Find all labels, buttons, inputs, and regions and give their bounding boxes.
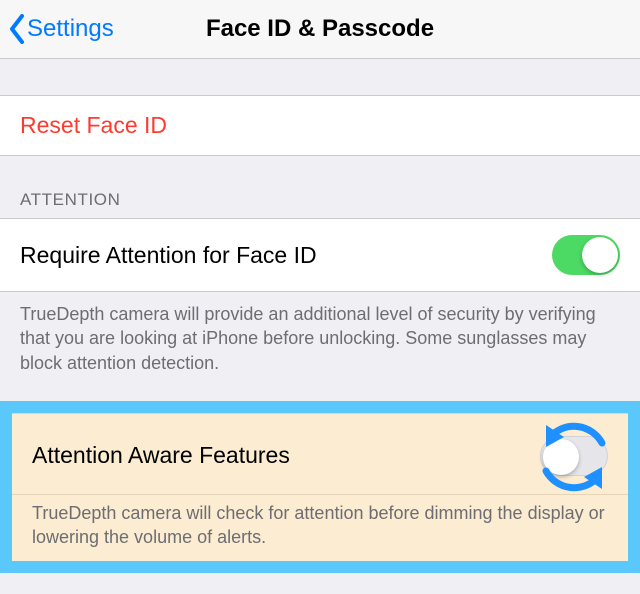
toggle-knob	[582, 237, 618, 273]
reset-face-id-label: Reset Face ID	[20, 112, 167, 139]
spacer	[0, 59, 640, 95]
attention-aware-row[interactable]: Attention Aware Features	[12, 413, 628, 495]
attention-aware-toggle[interactable]	[540, 436, 608, 476]
require-attention-label: Require Attention for Face ID	[20, 242, 317, 269]
attention-aware-footer: TrueDepth camera will check for attentio…	[12, 495, 628, 562]
back-button[interactable]: Settings	[0, 14, 114, 44]
require-attention-toggle[interactable]	[552, 235, 620, 275]
navigation-bar: Settings Face ID & Passcode	[0, 0, 640, 59]
highlight-annotation: Attention Aware Features TrueDepth camer…	[0, 401, 640, 574]
require-attention-row[interactable]: Require Attention for Face ID	[0, 218, 640, 292]
require-attention-footer: TrueDepth camera will provide an additio…	[0, 292, 640, 383]
attention-aware-label: Attention Aware Features	[32, 442, 290, 469]
reset-face-id-button[interactable]: Reset Face ID	[0, 95, 640, 156]
back-label: Settings	[27, 15, 114, 43]
section-header-attention: ATTENTION	[0, 156, 640, 218]
chevron-left-icon	[8, 14, 26, 44]
toggle-knob	[543, 439, 579, 475]
